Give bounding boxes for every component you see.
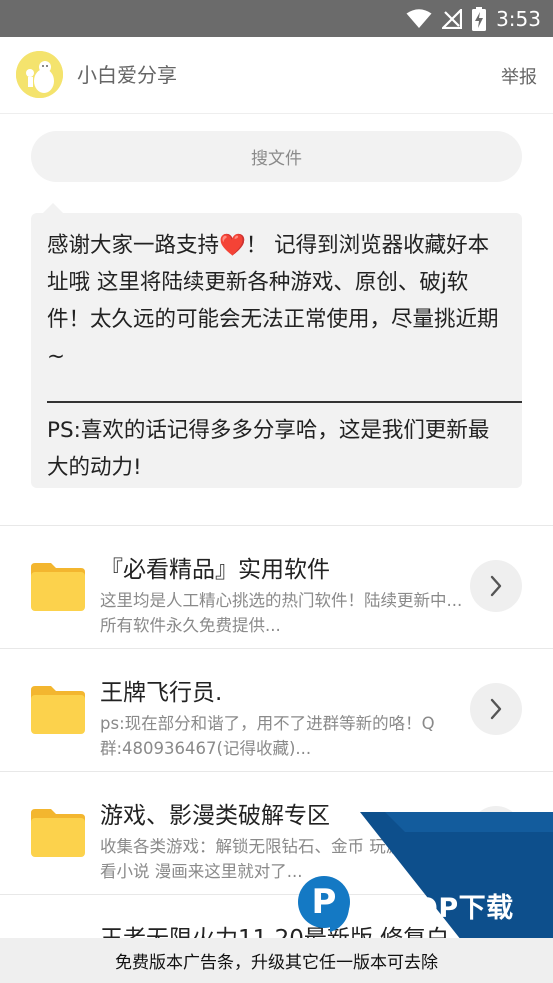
list-item[interactable]: 『必看精品』实用软件 这里均是人工精心挑选的热门软件！陆续更新中...所有软件永… (0, 526, 553, 649)
status-icons: 3:53 (406, 0, 541, 37)
folder-icon (31, 563, 85, 611)
avatar-image (16, 51, 63, 98)
notice-text-start: 感谢大家一路支持 (47, 233, 220, 258)
battery-charging-icon (472, 6, 487, 31)
watermark-logo-badge: P (298, 876, 350, 928)
list-item-title: 『必看精品』实用软件 (100, 557, 330, 583)
signal-icon (442, 8, 463, 29)
heart-emoji: ❤️ (219, 233, 246, 258)
ad-banner[interactable]: 免费版本广告条，升级其它任一版本可去除 (0, 938, 553, 983)
status-bar: 3:53 (0, 0, 553, 37)
list-item-title: 游戏、影漫类破解专区 (100, 803, 330, 829)
ad-banner-text: 免费版本广告条，升级其它任一版本可去除 (115, 953, 438, 973)
status-time: 3:53 (496, 6, 541, 31)
chevron-right-icon (490, 575, 502, 597)
chevron-right-icon (490, 698, 502, 720)
notice-bubble: 感谢大家一路支持❤️！ 记得到浏览器收藏好本址哦 这里将陆续更新各种游戏、原创、… (31, 213, 522, 488)
folder-icon (31, 809, 85, 857)
list-item[interactable]: 王牌飞行员. ps:现在部分和谐了，用不了进群等新的咯！Q群:480936467… (0, 649, 553, 772)
app-header: 小白爱分享 举报 (0, 37, 553, 114)
avatar[interactable] (16, 51, 63, 98)
list-item-desc: ps:现在部分和谐了，用不了进群等新的咯！Q群:480936467(记得收藏).… (100, 714, 435, 758)
notice-divider (47, 375, 522, 412)
chevron-right-button[interactable] (470, 683, 522, 735)
list-item-title: 王牌飞行员. (100, 680, 223, 706)
folder-icon (31, 686, 85, 734)
list-item-desc: 这里均是人工精心挑选的热门软件！陆续更新中...所有软件永久免费提供... (100, 591, 463, 635)
page-title: 小白爱分享 (77, 63, 177, 87)
search-placeholder: 搜文件 (251, 149, 302, 169)
watermark-sub: PCPOP Download (356, 916, 434, 926)
chevron-right-button[interactable] (470, 560, 522, 612)
notice-ps: PS:喜欢的话记得多多分享哈，这是我们更新最大的动力! (47, 418, 490, 480)
wifi-icon (406, 8, 432, 28)
search-input[interactable]: 搜文件 (31, 131, 522, 182)
report-link[interactable]: 举报 (501, 63, 537, 89)
